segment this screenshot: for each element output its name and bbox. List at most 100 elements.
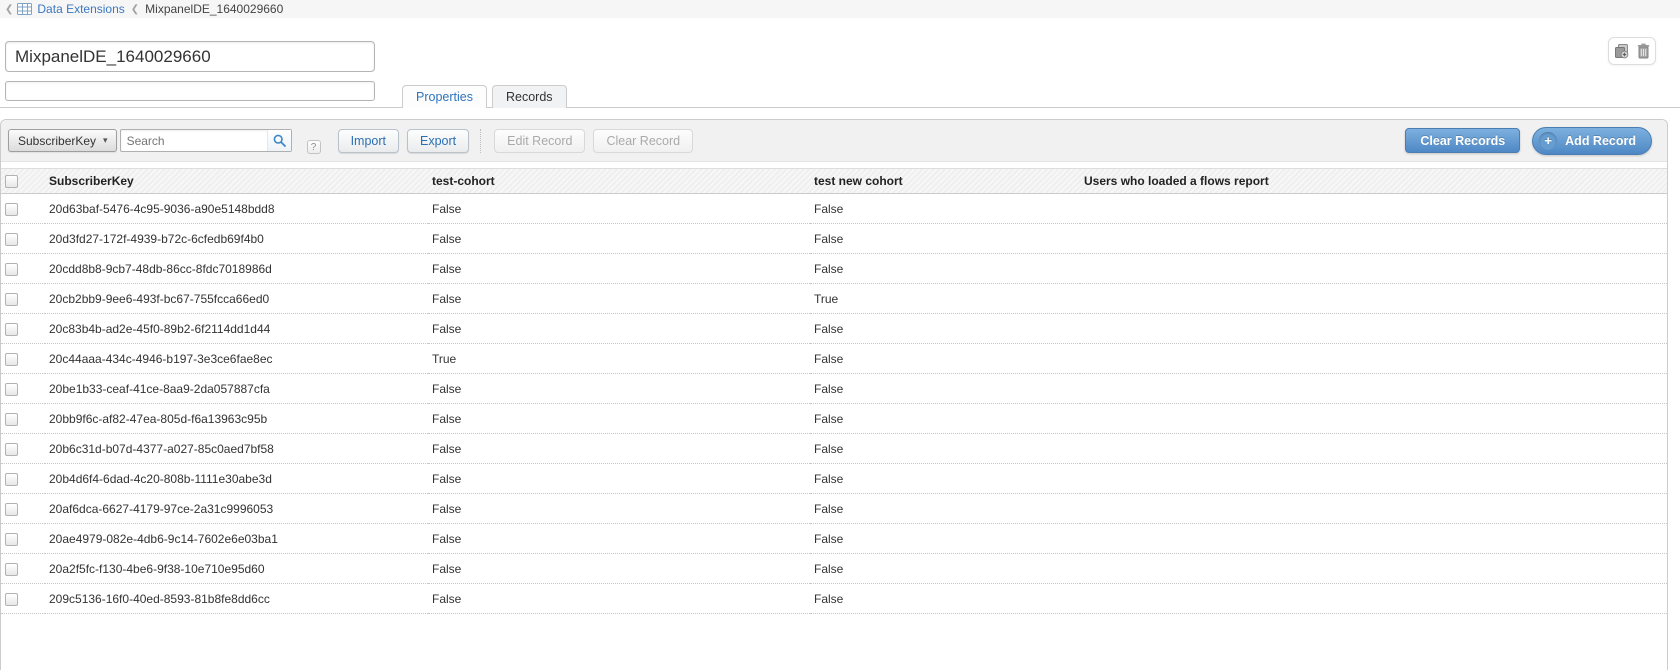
table-row: 20c44aaa-434c-4946-b197-3e3ce6fae8ecTrue…: [1, 344, 1667, 374]
table-cell: False: [810, 464, 1080, 494]
import-button[interactable]: Import: [338, 129, 399, 153]
help-icon[interactable]: ?: [307, 140, 321, 154]
row-checkbox[interactable]: [5, 473, 18, 486]
add-record-button[interactable]: + Add Record: [1532, 127, 1652, 155]
table-cell: False: [810, 314, 1080, 344]
trash-icon[interactable]: [1637, 43, 1650, 59]
table-row: 20c83b4b-ad2e-45f0-89b2-6f2114dd1d44 Fals…: [1, 314, 1667, 344]
table-cell: False: [810, 404, 1080, 434]
table-cell: 20af6dca-6627-4179-97ce-2a31c9996053: [45, 494, 428, 524]
table-cell: False: [810, 584, 1080, 614]
breadcrumb: ❮ Data Extensions ❮ MixpanelDE_164002966…: [0, 0, 1680, 18]
table-cell: False: [428, 434, 810, 464]
row-checkbox[interactable]: [5, 203, 18, 216]
table-cell: False: [428, 584, 810, 614]
table-cell: [1080, 224, 1667, 254]
table-cell: 20ae4979-082e-4db6-9c14-7602e6e03ba1: [45, 524, 428, 554]
table-cell: False: [810, 254, 1080, 284]
table-row: 20cb2bb9-9ee6-493f-bc67-755fcca66ed0Fals…: [1, 284, 1667, 314]
table-cell: 20bb9f6c-af82-47ea-805d-f6a13963c95b: [45, 404, 428, 434]
table-cell: [1080, 554, 1667, 584]
table-cell: False: [810, 494, 1080, 524]
row-checkbox[interactable]: [5, 383, 18, 396]
row-checkbox-cell: [1, 554, 45, 584]
row-checkbox[interactable]: [5, 533, 18, 546]
tab-properties[interactable]: Properties: [402, 85, 487, 108]
table-cell: False: [810, 344, 1080, 374]
edit-record-button[interactable]: Edit Record: [494, 129, 585, 153]
search-button[interactable]: [267, 130, 291, 151]
table-row: 20a2f5fc-f130-4be6-9f38-10e710e95d60 Fals…: [1, 554, 1667, 584]
extension-description-input[interactable]: [5, 81, 375, 101]
table-cell: 20a2f5fc-f130-4be6-9f38-10e710e95d60: [45, 554, 428, 584]
row-checkbox-cell: [1, 584, 45, 614]
column-header-subscriberkey[interactable]: SubscriberKey: [45, 169, 428, 194]
row-checkbox-cell: [1, 254, 45, 284]
records-table-area: SubscriberKey test-cohort test new cohor…: [1, 168, 1667, 614]
table-cell: False: [428, 374, 810, 404]
table-cell: [1080, 524, 1667, 554]
table-row: 20af6dca-6627-4179-97ce-2a31c9996053 Fals…: [1, 494, 1667, 524]
table-cell: [1080, 344, 1667, 374]
column-header-flows-report[interactable]: Users who loaded a flows report: [1080, 169, 1667, 194]
row-checkbox-cell: [1, 494, 45, 524]
clear-records-button[interactable]: Clear Records: [1405, 128, 1520, 153]
row-checkbox[interactable]: [5, 353, 18, 366]
row-checkbox-cell: [1, 464, 45, 494]
row-checkbox-cell: [1, 314, 45, 344]
table-cell: 20c83b4b-ad2e-45f0-89b2-6f2114dd1d44: [45, 314, 428, 344]
table-cell: False: [428, 284, 810, 314]
table-row: 20b4d6f4-6dad-4c20-808b-1111e30abe3dFals…: [1, 464, 1667, 494]
table-cell: True: [810, 284, 1080, 314]
tab-records-label: Records: [506, 90, 553, 104]
table-cell: False: [428, 224, 810, 254]
column-header-test-new-cohort[interactable]: test new cohort: [810, 169, 1080, 194]
select-all-checkbox[interactable]: [5, 175, 18, 188]
row-checkbox[interactable]: [5, 443, 18, 456]
table-cell: False: [810, 224, 1080, 254]
data-extension-grid-icon: [17, 3, 32, 15]
table-cell: False: [428, 404, 810, 434]
row-checkbox[interactable]: [5, 503, 18, 516]
table-cell: [1080, 314, 1667, 344]
search-field-dropdown-label: SubscriberKey: [18, 134, 96, 148]
extension-name-input[interactable]: [5, 41, 375, 72]
row-checkbox[interactable]: [5, 413, 18, 426]
table-cell: [1080, 284, 1667, 314]
row-checkbox-cell: [1, 194, 45, 224]
export-button[interactable]: Export: [407, 129, 469, 153]
row-checkbox[interactable]: [5, 563, 18, 576]
search-input[interactable]: [121, 130, 267, 151]
table-row: 20be1b33-ceaf-41ce-8aa9-2da057887cfaFals…: [1, 374, 1667, 404]
row-checkbox[interactable]: [5, 233, 18, 246]
table-cell: False: [428, 464, 810, 494]
table-cell: 20d3fd27-172f-4939-b72c-6cfedb69f4b0: [45, 224, 428, 254]
table-cell: 20cdd8b8-9cb7-48db-86cc-8fdc7018986d: [45, 254, 428, 284]
duplicate-icon[interactable]: [1614, 43, 1630, 59]
table-row: 209c5136-16f0-40ed-8593-81b8fe8dd6ccFals…: [1, 584, 1667, 614]
back-chevron-icon[interactable]: ❮: [5, 4, 13, 15]
table-cell: False: [810, 194, 1080, 224]
clear-record-button[interactable]: Clear Record: [593, 129, 693, 153]
tab-records[interactable]: Records: [492, 85, 567, 108]
header-checkbox-cell: [1, 169, 45, 194]
table-cell: 20b6c31d-b07d-4377-a027-85c0aed7bf58: [45, 434, 428, 464]
table-cell: 20c44aaa-434c-4946-b197-3e3ce6fae8ec: [45, 344, 428, 374]
search-field-dropdown[interactable]: SubscriberKey ▾: [8, 129, 117, 152]
table-cell: False: [810, 434, 1080, 464]
table-cell: False: [428, 524, 810, 554]
breadcrumb-link-data-extensions[interactable]: Data Extensions: [37, 2, 124, 16]
table-cell: [1080, 464, 1667, 494]
row-checkbox[interactable]: [5, 323, 18, 336]
table-cell: False: [810, 554, 1080, 584]
row-checkbox[interactable]: [5, 293, 18, 306]
table-cell: True: [428, 344, 810, 374]
row-checkbox-cell: [1, 344, 45, 374]
table-cell: 209c5136-16f0-40ed-8593-81b8fe8dd6cc: [45, 584, 428, 614]
table-row: 20cdd8b8-9cb7-48db-86cc-8fdc7018986d Fals…: [1, 254, 1667, 284]
column-header-test-cohort[interactable]: test-cohort: [428, 169, 810, 194]
table-cell: 20cb2bb9-9ee6-493f-bc67-755fcca66ed0: [45, 284, 428, 314]
row-checkbox-cell: [1, 284, 45, 314]
row-checkbox[interactable]: [5, 593, 18, 606]
row-checkbox[interactable]: [5, 263, 18, 276]
